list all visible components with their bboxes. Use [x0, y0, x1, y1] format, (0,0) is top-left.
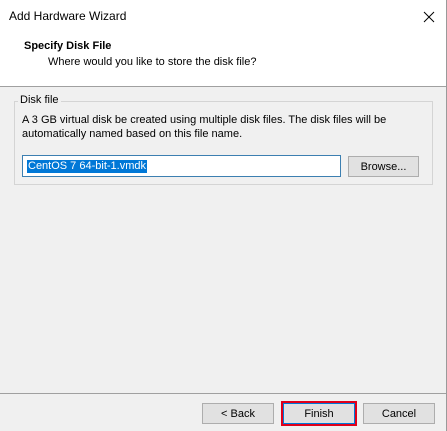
close-icon [423, 11, 435, 22]
close-button[interactable] [412, 0, 446, 33]
cancel-button[interactable]: Cancel [363, 403, 435, 424]
add-hardware-wizard-window: Add Hardware Wizard Specify Disk File Wh… [0, 0, 447, 431]
disk-file-group-label: Disk file [18, 94, 61, 106]
window-title: Add Hardware Wizard [9, 9, 127, 23]
browse-button[interactable]: Browse... [348, 156, 419, 177]
footer-divider [0, 393, 446, 394]
back-button[interactable]: < Back [202, 403, 274, 424]
finish-button[interactable]: Finish [281, 401, 357, 426]
disk-file-description: A 3 GB virtual disk be created using mul… [22, 114, 387, 140]
disk-file-name-input[interactable]: CentOS 7 64-bit-1.vmdk [22, 155, 341, 177]
page-title: Specify Disk File [24, 40, 112, 52]
page-subtitle: Where would you like to store the disk f… [48, 56, 257, 68]
title-bar: Add Hardware Wizard [0, 0, 446, 33]
finish-button-label: Finish [283, 403, 355, 424]
wizard-header: Specify Disk File Where would you like t… [0, 33, 446, 87]
disk-file-name-value: CentOS 7 64-bit-1.vmdk [27, 159, 147, 173]
